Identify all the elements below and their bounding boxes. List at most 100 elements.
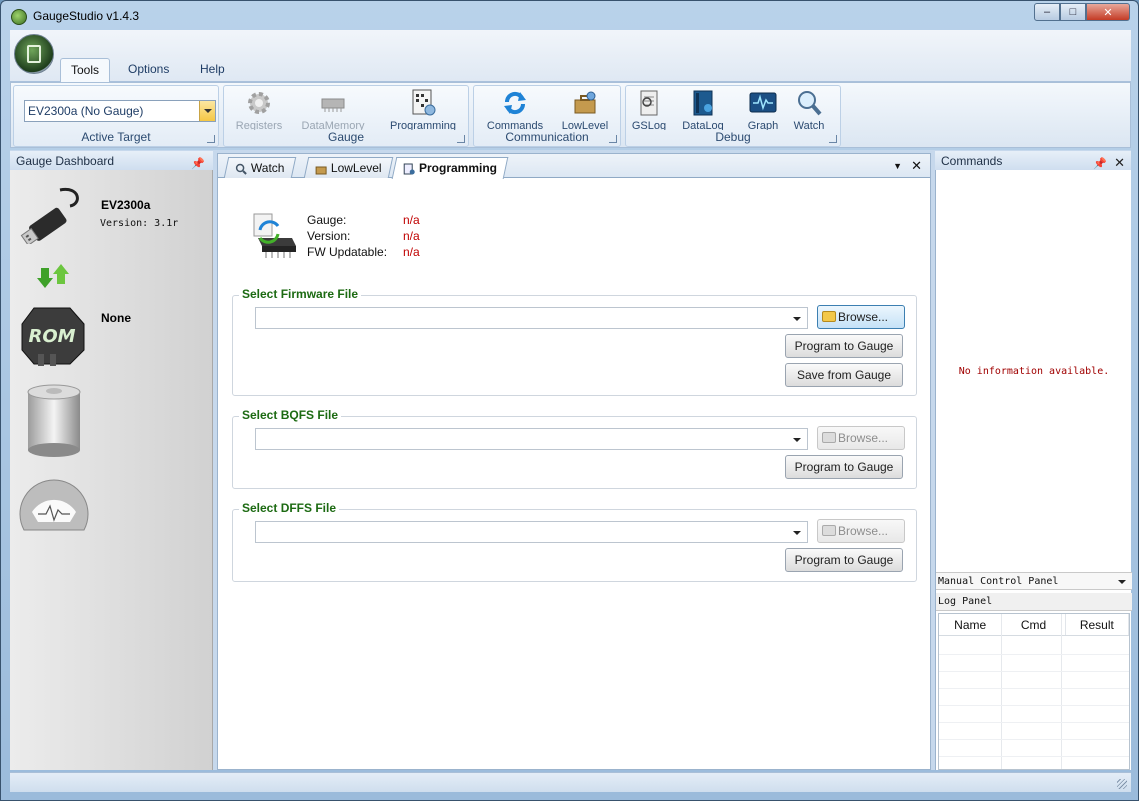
bqfs-group: Select BQFS File Browse... Program to Ga… xyxy=(232,408,917,489)
firmware-browse-button[interactable]: Browse... xyxy=(817,305,905,329)
dffs-program-button[interactable]: Program to Gauge xyxy=(785,548,903,572)
bqfs-legend: Select BQFS File xyxy=(239,408,342,422)
info-value-gauge: n/a xyxy=(403,213,420,227)
watch-button[interactable]: Watch xyxy=(776,88,842,132)
group-label-communication: Communication xyxy=(505,130,589,144)
info-value-fw-updatable: n/a xyxy=(403,245,420,259)
dashboard-title: Gauge Dashboard xyxy=(16,154,115,168)
ribbon-tab-tools[interactable]: Tools xyxy=(60,58,111,82)
bqfs-file-select[interactable] xyxy=(255,428,808,450)
minimize-button[interactable]: ‒ xyxy=(1034,3,1060,21)
svg-text:ROM: ROM xyxy=(28,326,75,347)
status-bar xyxy=(10,772,1131,792)
ribbon-tab-options[interactable]: Options xyxy=(118,58,179,82)
column-name[interactable]: Name xyxy=(939,614,1003,635)
battery-icon xyxy=(27,45,41,63)
arrows-up-down-icon xyxy=(36,262,70,293)
grid-divider xyxy=(939,654,1129,655)
gauge-meter-icon xyxy=(16,470,92,541)
magnifier-icon xyxy=(235,161,247,175)
manual-control-panel-select[interactable]: Manual Control Panel xyxy=(936,572,1132,590)
log-grid: Name Cmd Result xyxy=(938,613,1130,770)
target-select-value: EV2300a (No Gauge) xyxy=(28,104,144,118)
grid-divider xyxy=(939,688,1129,689)
grid-divider xyxy=(939,756,1129,757)
close-button[interactable]: ✕ xyxy=(1086,3,1130,21)
target-select[interactable]: EV2300a (No Gauge) xyxy=(24,100,216,122)
tab-watch[interactable]: Watch xyxy=(223,157,296,178)
application-orb[interactable] xyxy=(14,34,54,74)
empty-message: No information available. xyxy=(958,366,1110,377)
programming-button[interactable]: Programming xyxy=(384,88,462,132)
programming-icon xyxy=(408,88,438,118)
dffs-browse-button[interactable]: Browse... xyxy=(817,519,905,543)
close-document-icon[interactable]: ✕ xyxy=(911,158,922,174)
dffs-file-select[interactable] xyxy=(255,521,808,543)
firmware-program-button[interactable]: Program to Gauge xyxy=(785,334,903,358)
registers-button[interactable]: Registers xyxy=(224,88,294,132)
grid-divider xyxy=(939,722,1129,723)
monitor-graph-icon xyxy=(748,88,778,118)
info-label-version: Version: xyxy=(307,229,351,243)
grid-divider xyxy=(939,671,1129,672)
commands-header: Commands 📌 ✕ xyxy=(935,151,1131,171)
dialog-launcher-icon[interactable] xyxy=(609,135,617,143)
grid-divider xyxy=(939,739,1129,740)
tab-programming[interactable]: Programming xyxy=(391,157,509,179)
chip-update-icon xyxy=(248,212,298,265)
folder-icon xyxy=(822,525,836,536)
magnifier-icon xyxy=(794,88,824,118)
grid-divider xyxy=(1061,614,1062,769)
info-label-gauge: Gauge: xyxy=(307,213,347,227)
gauge-dashboard: EV2300a Version: 3.1r ROM None xyxy=(10,170,213,770)
programming-icon xyxy=(403,161,415,175)
tab-lowlevel[interactable]: LowLevel xyxy=(303,157,393,178)
dffs-group: Select DFFS File Browse... Program to Ga… xyxy=(232,501,917,582)
adapter-name: EV2300a xyxy=(101,198,151,212)
group-communication: Commands LowLevel Communication xyxy=(473,85,621,147)
commands-title: Commands xyxy=(941,154,1003,168)
group-label-gauge: Gauge xyxy=(327,130,365,144)
bqfs-browse-button[interactable]: Browse... xyxy=(817,426,905,450)
firmware-file-select[interactable] xyxy=(255,307,808,329)
maximize-button[interactable]: □ xyxy=(1060,3,1086,21)
log-panel-header: Log Panel xyxy=(936,593,1132,611)
ribbon-tab-help[interactable]: Help xyxy=(190,58,235,82)
ribbon-body: EV2300a (No Gauge) Active Target Registe… xyxy=(10,82,1131,148)
refresh-icon xyxy=(500,88,530,118)
column-result[interactable]: Result xyxy=(1066,614,1129,635)
toolbox-icon xyxy=(570,88,600,118)
dialog-launcher-icon[interactable] xyxy=(207,135,215,143)
app-icon xyxy=(11,9,27,25)
commands-button[interactable]: Commands xyxy=(480,88,550,132)
lowlevel-button[interactable]: LowLevel xyxy=(550,88,620,132)
chip-icon xyxy=(318,88,348,118)
document-area: Watch LowLevel Programming ▼ ✕ Gauge: n/… xyxy=(217,153,931,770)
info-value-version: n/a xyxy=(403,229,420,243)
firmware-legend: Select Firmware File xyxy=(239,287,362,301)
info-label-fw-updatable: FW Updatable: xyxy=(307,245,388,259)
book-icon xyxy=(688,88,718,118)
dashboard-header: Gauge Dashboard 📌 xyxy=(10,151,213,171)
gear-icon xyxy=(244,88,274,118)
resize-grip-icon[interactable] xyxy=(1117,779,1127,789)
adapter-version: Version: 3.1r xyxy=(100,218,179,229)
toolbox-icon xyxy=(315,161,327,175)
datamemory-button[interactable]: DataMemory xyxy=(298,88,368,132)
chevron-down-icon[interactable] xyxy=(199,101,215,121)
folder-icon xyxy=(822,432,836,443)
bqfs-program-button[interactable]: Program to Gauge xyxy=(785,455,903,479)
dffs-legend: Select DFFS File xyxy=(239,501,340,515)
folder-icon xyxy=(822,311,836,322)
dialog-launcher-icon[interactable] xyxy=(457,135,465,143)
title-bar[interactable]: GaugeStudio v1.4.3 ‒ □ ✕ xyxy=(1,1,1138,31)
firmware-save-button[interactable]: Save from Gauge xyxy=(785,363,903,387)
column-cmd[interactable]: Cmd xyxy=(1002,614,1066,635)
tab-list-dropdown-icon[interactable]: ▼ xyxy=(893,161,902,171)
log-document-icon xyxy=(634,88,664,118)
dialog-launcher-icon[interactable] xyxy=(829,135,837,143)
grid-divider xyxy=(1001,614,1002,769)
battery-cell-icon xyxy=(26,384,82,461)
group-active-target: EV2300a (No Gauge) Active Target xyxy=(13,85,219,147)
rom-chip-icon: ROM xyxy=(20,304,86,371)
